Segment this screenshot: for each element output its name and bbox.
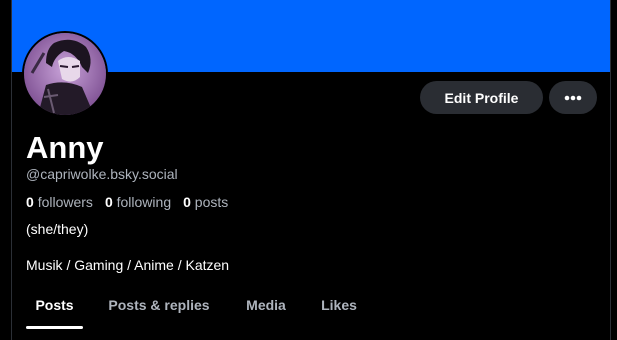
profile-stats: 0 followers 0 following 0 posts xyxy=(26,194,228,210)
more-options-button[interactable] xyxy=(549,81,597,114)
followers-count: 0 xyxy=(26,194,34,210)
profile-bio: Musik / Gaming / Anime / Katzen xyxy=(26,257,230,273)
tab-media[interactable]: Media xyxy=(238,288,294,328)
following-stat[interactable]: 0 following xyxy=(105,194,171,210)
posts-stat: 0 posts xyxy=(183,194,228,210)
tab-posts[interactable]: Posts xyxy=(26,288,83,328)
avatar[interactable] xyxy=(22,31,108,117)
edit-profile-button[interactable]: Edit Profile xyxy=(420,81,543,114)
tab-posts-and-replies[interactable]: Posts & replies xyxy=(96,288,222,328)
posts-label: posts xyxy=(194,194,229,210)
followers-label: followers xyxy=(37,194,93,210)
following-count: 0 xyxy=(104,194,113,210)
profile-tabs: Posts Posts & replies Media Likes xyxy=(12,288,610,340)
posts-count: 0 xyxy=(183,194,191,210)
profile-page: Edit Profile Anny @capriwolke.bsky.socia… xyxy=(11,0,611,340)
ellipsis-icon xyxy=(564,95,582,100)
display-name: Anny xyxy=(26,130,104,165)
active-tab-indicator xyxy=(26,326,83,329)
avatar-image xyxy=(24,33,106,115)
profile-handle: @capriwolke.bsky.social xyxy=(26,166,178,182)
following-label: following xyxy=(116,194,172,210)
tab-likes[interactable]: Likes xyxy=(314,288,364,328)
profile-pronouns: (she/they) xyxy=(26,221,89,237)
followers-stat[interactable]: 0 followers xyxy=(26,194,93,210)
